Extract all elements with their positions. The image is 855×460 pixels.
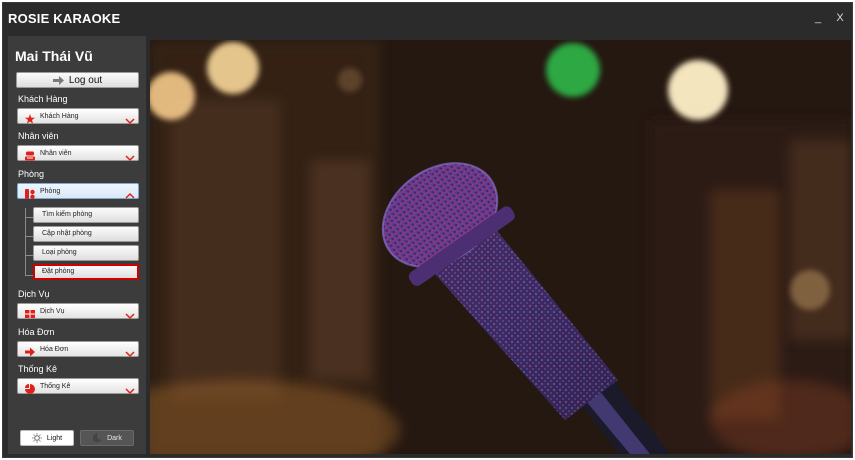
light-theme-label: Light — [46, 434, 63, 442]
user-name: Mai Thái Vũ — [15, 48, 93, 64]
employee-dropdown[interactable]: Nhân viên — [17, 145, 139, 162]
submenu-tree-connector — [25, 255, 33, 256]
chevron-down-icon — [125, 149, 135, 162]
section-label-customer: Khách Hàng — [18, 94, 68, 104]
customer-dropdown[interactable]: Khách Hàng — [17, 108, 139, 125]
dark-theme-label: Dark — [107, 434, 122, 442]
app-window: ROSIE KARAOKE _ X Mai Thái Vũ Log out Kh… — [2, 2, 853, 458]
service-dropdown-value: Dịch Vụ — [40, 307, 65, 315]
dark-theme-button[interactable]: Dark — [80, 430, 134, 446]
service-dropdown[interactable]: Dịch Vụ — [17, 303, 139, 320]
moon-icon — [92, 433, 102, 443]
service-icon — [25, 306, 35, 318]
chevron-down-icon — [125, 112, 135, 125]
section-label-employee: Nhân viên — [18, 131, 59, 141]
chevron-down-icon — [125, 307, 135, 320]
statistics-dropdown-value: Thống Kê — [40, 382, 71, 390]
room-icon — [25, 186, 35, 199]
room-dropdown[interactable]: Phòng — [17, 183, 139, 199]
logout-label: Log out — [68, 74, 103, 86]
submenu-tree-connector — [25, 236, 33, 237]
sun-icon — [31, 433, 42, 443]
chevron-down-icon — [125, 382, 135, 395]
submenu-tree-connector — [25, 275, 33, 276]
minimize-button[interactable]: _ — [807, 9, 829, 27]
submenu-update-room[interactable]: Cập nhật phòng — [33, 226, 139, 242]
logout-button[interactable]: Log out — [16, 72, 139, 88]
submenu-room-type[interactable]: Loại phòng — [33, 245, 139, 261]
pie-chart-icon — [25, 381, 35, 394]
invoice-dropdown-value: Hóa Đơn — [40, 345, 69, 353]
section-label-statistics: Thống Kê — [18, 364, 58, 374]
title-bar: ROSIE KARAOKE _ X — [3, 3, 852, 33]
star-icon — [25, 111, 35, 124]
submenu-tree-line — [25, 208, 26, 276]
logout-icon — [52, 75, 64, 85]
app-title: ROSIE KARAOKE — [8, 11, 121, 26]
submenu-book-room[interactable]: Đặt phòng — [33, 264, 139, 280]
microphone-background-photo — [150, 40, 851, 454]
chevron-up-icon — [125, 187, 135, 199]
light-theme-button[interactable]: Light — [20, 430, 74, 446]
submenu-tree-connector — [25, 217, 33, 218]
section-label-invoice: Hóa Đơn — [18, 327, 55, 337]
invoice-icon — [25, 344, 35, 357]
employee-icon — [25, 148, 35, 161]
employee-dropdown-value: Nhân viên — [40, 149, 72, 157]
close-button[interactable]: X — [829, 9, 851, 27]
section-label-service: Dịch Vụ — [18, 289, 50, 299]
sidebar: Mai Thái Vũ Log out Khách Hàng Khách Hàn… — [8, 36, 146, 454]
customer-dropdown-value: Khách Hàng — [40, 112, 79, 120]
section-label-room: Phòng — [18, 169, 45, 179]
invoice-dropdown[interactable]: Hóa Đơn — [17, 341, 139, 358]
submenu-search-room[interactable]: Tìm kiếm phòng — [33, 207, 139, 223]
chevron-down-icon — [125, 345, 135, 358]
room-dropdown-value: Phòng — [40, 187, 61, 195]
statistics-dropdown[interactable]: Thống Kê — [17, 378, 139, 395]
